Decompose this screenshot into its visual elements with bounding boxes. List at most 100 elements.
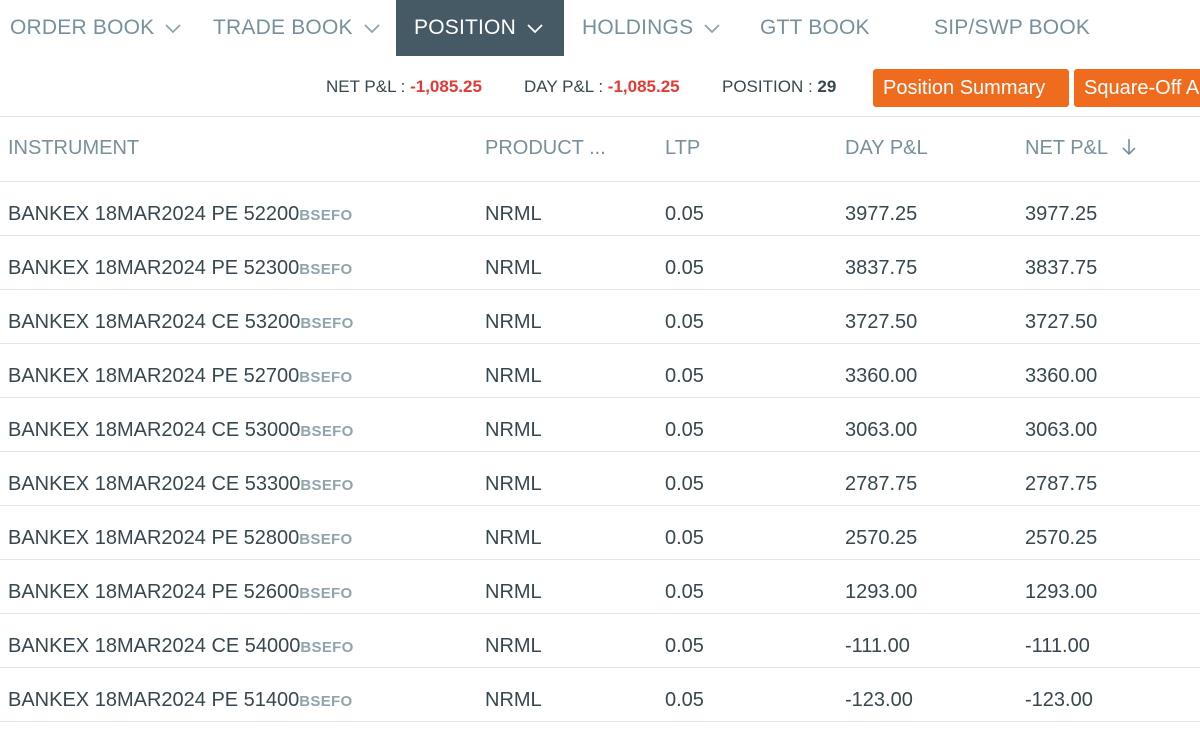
cell-instrument: BANKEX 18MAR2024 PE 52800BSEFO [8, 527, 352, 550]
tab-position[interactable]: POSITION [396, 0, 564, 56]
cell-ltp: 0.05 [665, 527, 704, 549]
cell-product: NRML [485, 689, 542, 711]
chevron-down-icon [364, 24, 380, 34]
cell-instrument: BANKEX 18MAR2024 PE 52700BSEFO [8, 365, 352, 388]
position-count-label: POSITION : [722, 77, 818, 96]
instrument-name: BANKEX 18MAR2024 PE 51400 [8, 689, 300, 711]
cell-net-pl: -123.00 [1025, 689, 1093, 711]
tab-order-book[interactable]: ORDER BOOK [0, 0, 190, 56]
cell-day-pl: 3837.75 [845, 257, 918, 279]
table-row[interactable]: BANKEX 18MAR2024 CE 53200BSEFO NRML 0.05 37… [0, 290, 1200, 344]
exchange-tag: BSEFO [299, 531, 353, 548]
table-row[interactable]: BANKEX 18MAR2024 PE 52800BSEFO NRML 0.05 25… [0, 506, 1200, 560]
cell-product: NRML [485, 257, 542, 279]
table-row[interactable]: BANKEX 18MAR2024 PE 52200BSEFO NRML 0.05 39… [0, 182, 1200, 236]
cell-instrument: BANKEX 18MAR2024 PE 52200BSEFO [8, 203, 352, 226]
position-count-summary: POSITION : 29 [722, 77, 836, 97]
chevron-down-icon [165, 24, 181, 34]
header-net-pl-label: NET P&L [1025, 137, 1108, 159]
exchange-tag: BSEFO [300, 477, 354, 494]
tab-trade-book[interactable]: TRADE BOOK [200, 0, 390, 56]
cell-ltp: 0.05 [665, 473, 704, 495]
day-pl-value: -1,085.25 [607, 77, 680, 96]
cell-ltp: 0.05 [665, 203, 704, 225]
table-row[interactable]: BANKEX 18MAR2024 PE 51400BSEFO NRML 0.05 -1… [0, 668, 1200, 722]
cell-day-pl: 3063.00 [845, 419, 918, 441]
instrument-name: BANKEX 18MAR2024 PE 52200 [8, 203, 300, 225]
chevron-down-icon [527, 24, 543, 34]
cell-instrument: BANKEX 18MAR2024 CE 54000BSEFO [8, 635, 354, 658]
net-pl-label: NET P&L : [326, 77, 411, 96]
position-count-value: 29 [817, 77, 837, 96]
header-product[interactable]: PRODUCT ... [485, 137, 606, 160]
cell-product: NRML [485, 203, 542, 225]
cell-product: NRML [485, 419, 542, 441]
cell-day-pl: 3727.50 [845, 311, 918, 333]
table-row[interactable]: BANKEX 18MAR2024 CE 54000BSEFO NRML 0.05 -1… [0, 614, 1200, 668]
instrument-name: BANKEX 18MAR2024 CE 53200 [8, 311, 301, 333]
day-pl-label: DAY P&L : [524, 77, 608, 96]
table-header: INSTRUMENT PRODUCT ... LTP DAY P&L NET P… [0, 116, 1200, 182]
cell-net-pl: 3727.50 [1025, 311, 1098, 333]
table-row[interactable]: BANKEX 18MAR2024 PE 52700BSEFO NRML 0.05 33… [0, 344, 1200, 398]
exchange-tag: BSEFO [299, 693, 353, 710]
header-day-pl[interactable]: DAY P&L [845, 137, 928, 160]
cell-product: NRML [485, 365, 542, 387]
cell-day-pl: 3360.00 [845, 365, 918, 387]
book-tabs: ORDER BOOK TRADE BOOK POSITION HOLDINGS … [0, 0, 1200, 56]
cell-instrument: BANKEX 18MAR2024 PE 51400BSEFO [8, 689, 352, 712]
table-row[interactable]: BANKEX 18MAR2024 CE 53300BSEFO NRML 0.05 27… [0, 452, 1200, 506]
exchange-tag: BSEFO [299, 369, 353, 386]
header-net-pl[interactable]: NET P&L [1025, 137, 1137, 160]
table-row[interactable]: BANKEX 18MAR2024 PE 52300BSEFO NRML 0.05 38… [0, 236, 1200, 290]
cell-instrument: BANKEX 18MAR2024 PE 52600BSEFO [8, 581, 352, 604]
sort-descending-icon[interactable] [1121, 138, 1137, 156]
tab-label: ORDER BOOK [10, 16, 155, 39]
cell-ltp: 0.05 [665, 257, 704, 279]
tab-label: SIP/SWP BOOK [934, 16, 1091, 39]
cell-net-pl: 2570.25 [1025, 527, 1098, 549]
table-body: BANKEX 18MAR2024 PE 52200BSEFO NRML 0.05 39… [0, 182, 1200, 722]
table-row[interactable]: BANKEX 18MAR2024 CE 53000BSEFO NRML 0.05 30… [0, 398, 1200, 452]
tab-gtt-book[interactable]: GTT BOOK [748, 0, 898, 56]
tab-sip-swp-book[interactable]: SIP/SWP BOOK [920, 0, 1120, 56]
position-summary-bar: NET P&L : -1,085.25 DAY P&L : -1,085.25 … [0, 68, 1200, 108]
instrument-name: BANKEX 18MAR2024 CE 53000 [8, 419, 301, 441]
chevron-down-icon [704, 24, 720, 34]
cell-instrument: BANKEX 18MAR2024 PE 52300BSEFO [8, 257, 352, 280]
cell-day-pl: 2570.25 [845, 527, 918, 549]
cell-instrument: BANKEX 18MAR2024 CE 53300BSEFO [8, 473, 354, 496]
cell-product: NRML [485, 473, 542, 495]
header-instrument[interactable]: INSTRUMENT [8, 137, 139, 160]
cell-ltp: 0.05 [665, 689, 704, 711]
instrument-name: BANKEX 18MAR2024 CE 53300 [8, 473, 301, 495]
cell-instrument: BANKEX 18MAR2024 CE 53000BSEFO [8, 419, 354, 442]
tab-label: GTT BOOK [760, 16, 870, 39]
instrument-name: BANKEX 18MAR2024 CE 54000 [8, 635, 301, 657]
cell-ltp: 0.05 [665, 311, 704, 333]
cell-net-pl: 3977.25 [1025, 203, 1098, 225]
cell-net-pl: 3837.75 [1025, 257, 1098, 279]
cell-ltp: 0.05 [665, 365, 704, 387]
exchange-tag: BSEFO [300, 423, 354, 440]
position-summary-button[interactable]: Position Summary [873, 69, 1069, 107]
cell-product: NRML [485, 311, 542, 333]
exchange-tag: BSEFO [299, 207, 353, 224]
exchange-tag: BSEFO [300, 639, 354, 656]
cell-product: NRML [485, 527, 542, 549]
cell-ltp: 0.05 [665, 581, 704, 603]
header-ltp[interactable]: LTP [665, 137, 700, 160]
tab-holdings[interactable]: HOLDINGS [570, 0, 740, 56]
cell-day-pl: 1293.00 [845, 581, 918, 603]
tab-label: TRADE BOOK [213, 16, 353, 39]
table-row[interactable]: BANKEX 18MAR2024 PE 52600BSEFO NRML 0.05 12… [0, 560, 1200, 614]
cell-net-pl: 1293.00 [1025, 581, 1098, 603]
square-off-all-button[interactable]: Square-Off A [1074, 69, 1200, 107]
instrument-name: BANKEX 18MAR2024 PE 52300 [8, 257, 300, 279]
cell-product: NRML [485, 581, 542, 603]
exchange-tag: BSEFO [299, 585, 353, 602]
cell-instrument: BANKEX 18MAR2024 CE 53200BSEFO [8, 311, 354, 334]
exchange-tag: BSEFO [299, 261, 353, 278]
instrument-name: BANKEX 18MAR2024 PE 52600 [8, 581, 300, 603]
cell-net-pl: 2787.75 [1025, 473, 1098, 495]
